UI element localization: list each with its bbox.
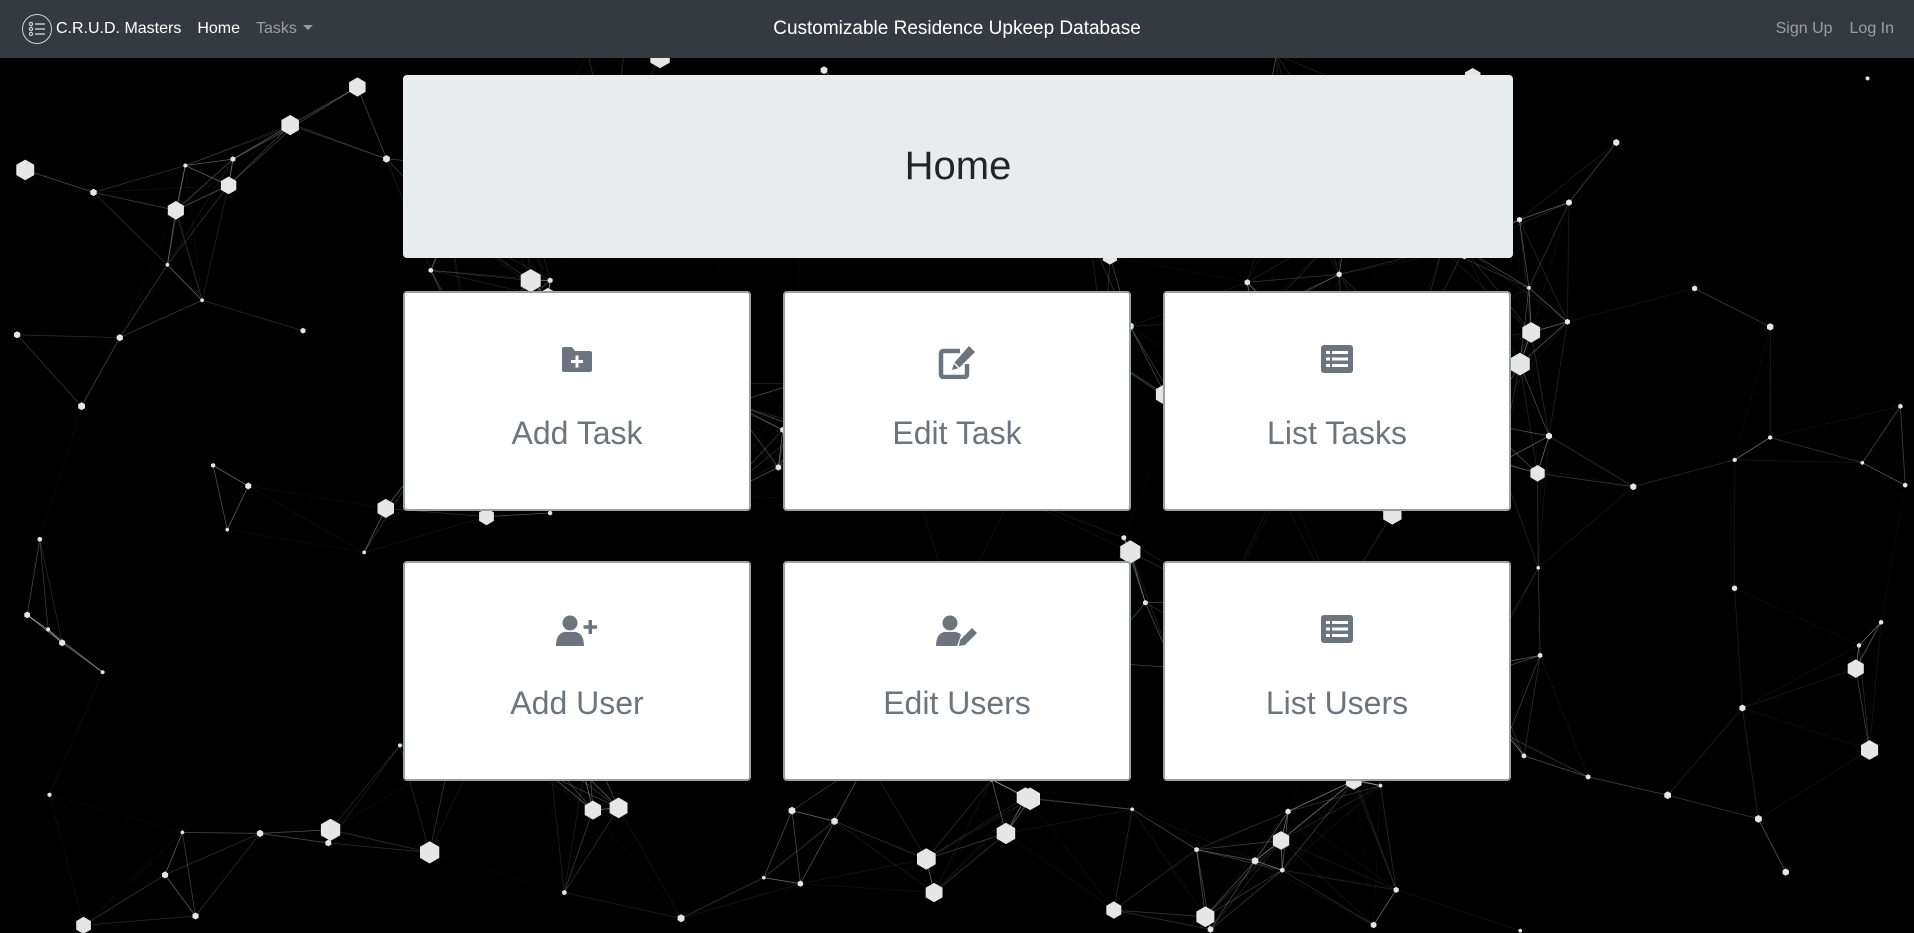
user-plus-icon (556, 615, 597, 646)
card-label: Edit Task (892, 415, 1022, 451)
edit-users-card[interactable]: Edit Users (783, 561, 1131, 781)
brand-name: C.R.U.D. Masters (56, 20, 182, 37)
navbar: C.R.U.D. Masters Home Tasks Customizable… (0, 0, 1914, 58)
list-circle-icon (22, 14, 52, 44)
navbar-right: Sign Up Log In (1759, 0, 1894, 58)
list-icon (1321, 345, 1353, 373)
card-label: List Users (1265, 685, 1409, 721)
edit-icon (938, 346, 975, 379)
folder-plus-icon (562, 347, 592, 372)
add-task-card[interactable]: Add Task (403, 291, 751, 511)
nav-home-link[interactable]: Home (197, 20, 240, 38)
navbar-brand[interactable]: C.R.U.D. Masters (22, 14, 181, 44)
list-tasks-card[interactable]: List Tasks (1163, 291, 1511, 511)
card-label: Add User (510, 685, 644, 721)
add-user-card[interactable]: Add User (403, 561, 751, 781)
list-users-card[interactable]: List Users (1163, 561, 1511, 781)
nav-tasks-dropdown[interactable]: Tasks (256, 20, 313, 38)
log-in-link[interactable]: Log In (1850, 20, 1894, 38)
list-icon (1321, 615, 1353, 643)
sign-up-link[interactable]: Sign Up (1776, 20, 1833, 38)
home-jumbotron: Home (403, 75, 1513, 258)
user-edit-icon (936, 615, 977, 646)
card-label: Add Task (511, 415, 643, 451)
nav-tasks-label: Tasks (256, 20, 297, 37)
card-label: List Tasks (1267, 415, 1407, 451)
page-title: Home (904, 144, 1012, 188)
card-label: Edit Users (883, 685, 1031, 721)
caret-down-icon (302, 25, 313, 30)
edit-task-card[interactable]: Edit Task (783, 291, 1131, 511)
